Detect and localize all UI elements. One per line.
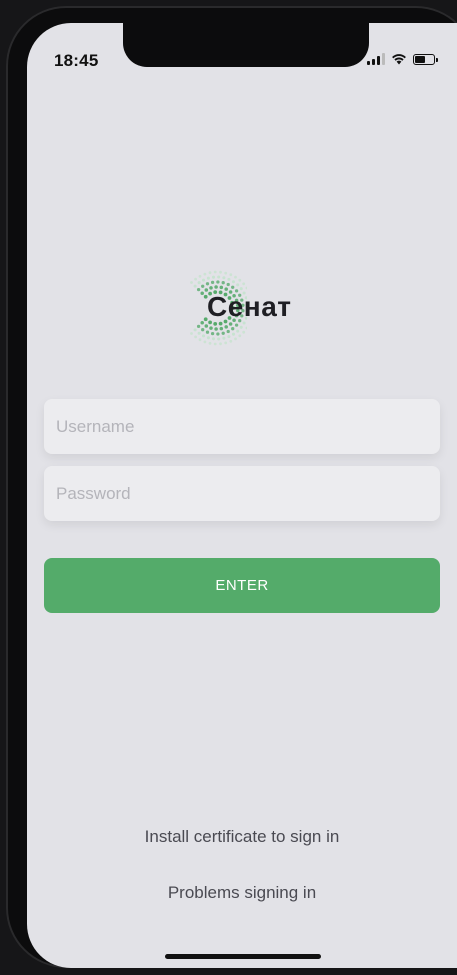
logo-dot bbox=[200, 321, 204, 325]
app-screen: 18:45 Сенат ENTER Install cer bbox=[27, 23, 457, 968]
logo-dot bbox=[214, 327, 218, 331]
logo-dot bbox=[193, 284, 197, 288]
logo-dot bbox=[205, 282, 210, 286]
logo-dot bbox=[239, 325, 243, 329]
logo-dot bbox=[219, 270, 222, 274]
logo-dot bbox=[226, 282, 230, 287]
logo-dot bbox=[200, 291, 204, 295]
app-logo: Сенат bbox=[177, 268, 327, 348]
logo-dot bbox=[211, 337, 216, 341]
logo-text: Сенат bbox=[207, 291, 292, 322]
logo-dot bbox=[217, 337, 221, 341]
logo-dot bbox=[231, 280, 236, 284]
logo-dot bbox=[242, 282, 246, 286]
logo-dot bbox=[203, 272, 207, 276]
device-notch bbox=[123, 23, 369, 67]
logo-dot bbox=[206, 276, 210, 280]
logo-dot bbox=[238, 334, 242, 338]
logo-dot bbox=[206, 336, 210, 340]
logo-dot bbox=[222, 336, 226, 340]
logo-dot bbox=[198, 338, 202, 342]
install-certificate-link[interactable]: Install certificate to sign in bbox=[27, 827, 457, 847]
logo-dot bbox=[216, 332, 220, 336]
logo-dot bbox=[208, 271, 212, 275]
logo-dot bbox=[231, 332, 236, 336]
logo-dot bbox=[226, 329, 230, 334]
username-input[interactable] bbox=[44, 399, 440, 454]
logo-dot bbox=[238, 278, 242, 282]
password-input[interactable] bbox=[44, 466, 440, 521]
logo-dot bbox=[239, 287, 243, 291]
logo-dot bbox=[203, 340, 207, 344]
logo-dot bbox=[245, 286, 247, 290]
battery-icon bbox=[413, 53, 438, 65]
logo-dot bbox=[222, 276, 226, 280]
logo-dot bbox=[201, 334, 206, 338]
logo-dot bbox=[242, 330, 246, 334]
logo-dot bbox=[196, 287, 201, 292]
logo-dot bbox=[208, 341, 212, 345]
wifi-icon bbox=[392, 54, 406, 65]
logo-dot bbox=[204, 324, 209, 328]
logo-dot bbox=[190, 281, 193, 284]
logo-dot bbox=[217, 275, 221, 279]
logo-dot bbox=[221, 331, 225, 335]
logo-dot bbox=[234, 275, 237, 279]
logo-dot bbox=[227, 277, 231, 281]
logo-dot bbox=[224, 271, 228, 275]
logo-dot bbox=[198, 274, 202, 278]
logo-dot bbox=[209, 326, 213, 330]
logo-dot bbox=[196, 324, 201, 329]
logo-dot bbox=[236, 283, 240, 287]
logo-dot bbox=[229, 339, 233, 343]
logo-dot bbox=[210, 331, 215, 336]
logo-dot bbox=[229, 273, 233, 277]
status-time: 18:45 bbox=[54, 51, 99, 70]
logo-dot bbox=[236, 329, 240, 333]
logo-dot bbox=[231, 285, 235, 289]
logo-dot bbox=[201, 328, 205, 332]
logo-dot bbox=[221, 281, 225, 285]
logo-dot bbox=[216, 280, 220, 284]
home-indicator[interactable] bbox=[165, 954, 321, 959]
logo-dot bbox=[234, 337, 237, 341]
enter-button[interactable]: ENTER bbox=[44, 558, 440, 613]
battery-level bbox=[415, 55, 425, 63]
logo-dot bbox=[194, 277, 197, 281]
logo-dot bbox=[224, 341, 228, 345]
logo-dot bbox=[214, 285, 218, 289]
logo-dot bbox=[197, 281, 201, 285]
logo-dot bbox=[211, 275, 216, 279]
logo-dot bbox=[193, 328, 197, 332]
logo-dot bbox=[197, 331, 201, 335]
logo-dot bbox=[219, 326, 224, 331]
logo-dot bbox=[213, 342, 217, 346]
logo-dot bbox=[190, 332, 193, 335]
logo-dot bbox=[194, 335, 197, 339]
logo-dot bbox=[245, 326, 247, 330]
logo-dot bbox=[213, 270, 217, 274]
logo-dot bbox=[201, 284, 205, 288]
cellular-signal-icon bbox=[367, 53, 385, 65]
logo-dot bbox=[209, 286, 213, 290]
logo-dot bbox=[210, 280, 215, 285]
status-icons bbox=[367, 53, 438, 65]
logo-dot bbox=[227, 335, 231, 339]
logo-dot bbox=[231, 327, 235, 331]
logo-dot bbox=[219, 342, 222, 346]
logo-dot bbox=[234, 323, 239, 327]
device-frame: 18:45 Сенат ENTER Install cer bbox=[0, 0, 457, 975]
logo-dot bbox=[219, 285, 224, 290]
logo-dot bbox=[224, 325, 228, 329]
logo-dot bbox=[201, 278, 206, 282]
logo-dot bbox=[205, 330, 210, 334]
problems-signing-in-link[interactable]: Problems signing in bbox=[27, 883, 457, 903]
